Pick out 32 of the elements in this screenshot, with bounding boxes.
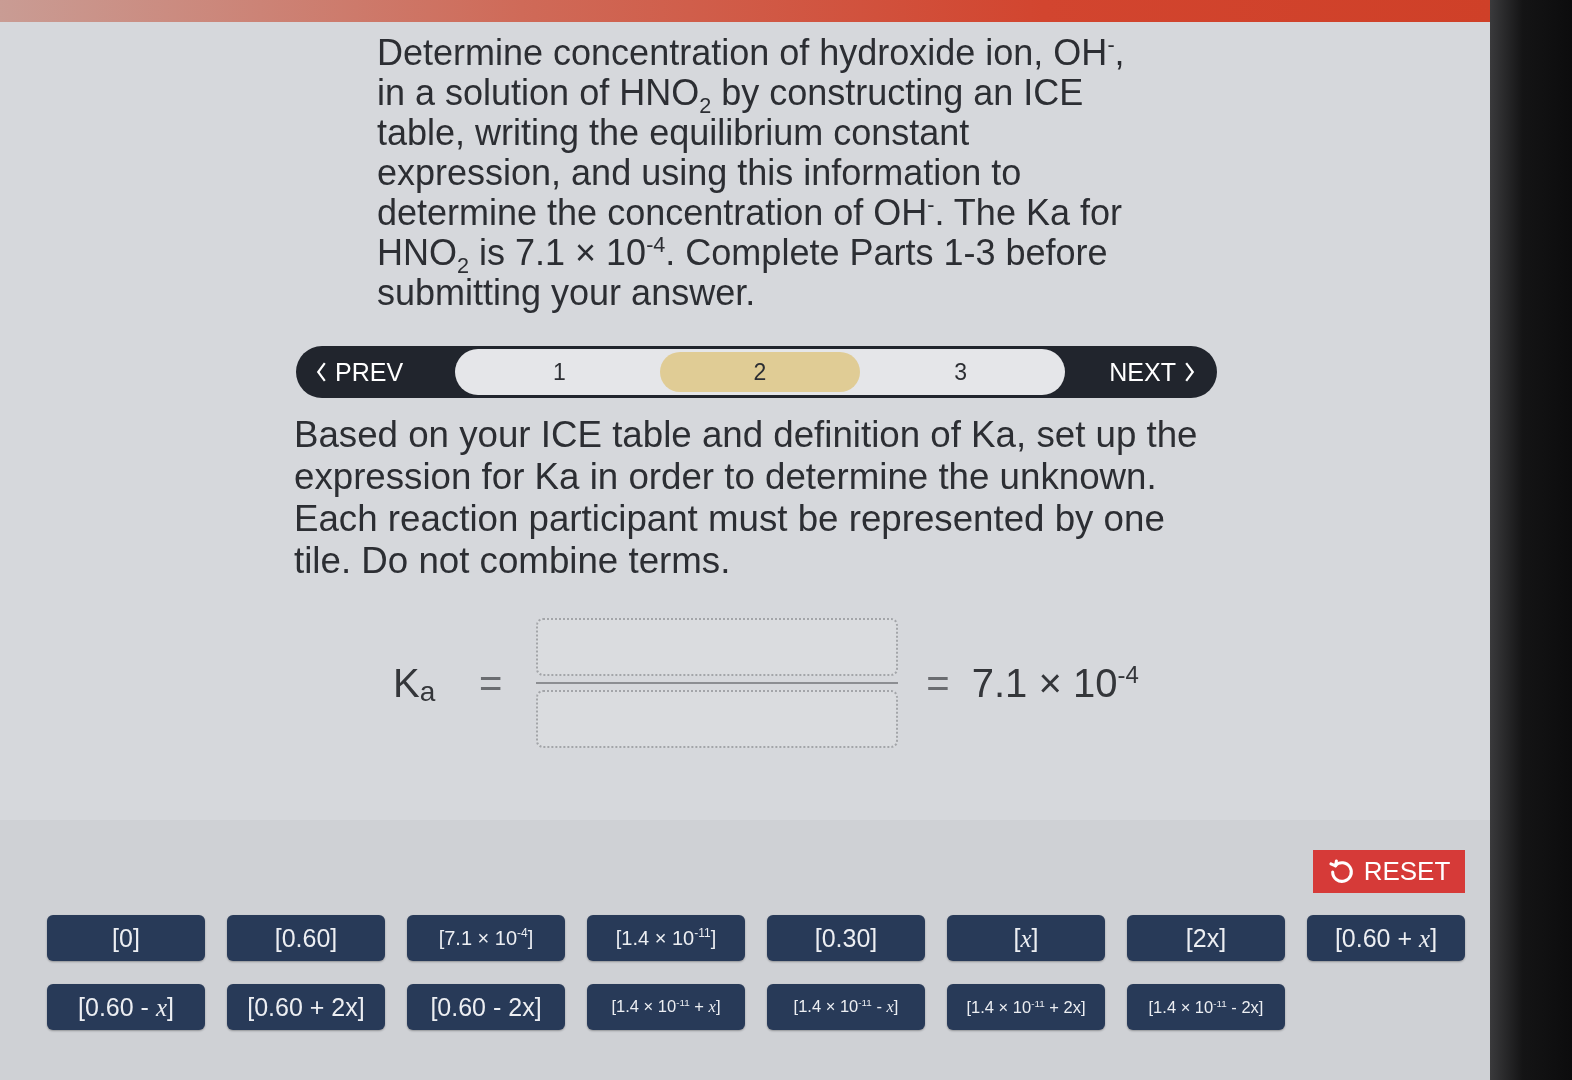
reset-icon [1327,857,1356,886]
answer-tile[interactable]: [1.4 × 10$^{-11}$ - 2x] [1127,984,1285,1030]
chevron-right-icon [1184,362,1195,382]
answer-tile[interactable]: [0.30] [767,915,925,961]
question-text: Determine concentration of hydroxide ion, OH$^{-}$, in a solution of HNO$_{2}$ by constructing an ICE table, writing the equilibrium constant expression, and using this information to determine the concentration of OH$^{-}$. The Ka for HNO$_{2}$ is 7.1 × 10$^{-4}$. Complete Parts 1-3 before submitting your answer. [377,33,1126,313]
answer-tile[interactable]: [1.4 × 10$^{-11}$ - x] [767,984,925,1030]
answer-tile[interactable]: [0.60 + x] [1307,915,1465,961]
reset-button[interactable]: RESET [1313,850,1465,893]
answer-tile[interactable]: [0.60 + 2x] [227,984,385,1030]
step-tab[interactable]: 2 [659,352,861,392]
answer-tile[interactable]: [1.4 × 10$^{-11}$ + 2x] [947,984,1105,1030]
answer-box[interactable] [536,618,899,676]
answer-tile[interactable]: [0.60 - x] [47,984,205,1030]
next-button[interactable]: NEXT [1065,346,1217,398]
answer-box[interactable] [536,690,899,748]
step-tab[interactable]: 3 [860,352,1061,392]
equals-sign: = [479,660,503,706]
step-tab[interactable]: 1 [459,352,660,392]
answer-tile[interactable]: [2x] [1127,915,1285,961]
chevron-left-icon [316,362,327,382]
answer-tile[interactable]: [x] [947,915,1105,961]
answer-tile[interactable]: [0.60] [227,915,385,961]
ka-symbol: K$_{a}$ [393,660,437,706]
ka-value: 7.1 × 10$^{-4}$ [971,660,1139,706]
prev-button[interactable]: PREV [296,346,455,398]
answer-tile[interactable]: [0.60 - 2x] [407,984,565,1030]
answer-tile[interactable]: [7.1 × 10$^{-4}$] [407,915,565,961]
equals-sign: = [926,660,950,706]
instructions-text: Based on your ICE table and definition of Ka, set up the expression for Ka in order to determine the unknown. Each reaction participant must be represented by one tile. Do not combine terms. [294,414,1199,582]
answer-tile[interactable]: [1.4 × 10$^{-11}$ + x] [587,984,745,1030]
answer-tile[interactable]: [0] [47,915,205,961]
answer-tile[interactable]: [1.4 × 10$^{-11}$] [587,915,745,961]
